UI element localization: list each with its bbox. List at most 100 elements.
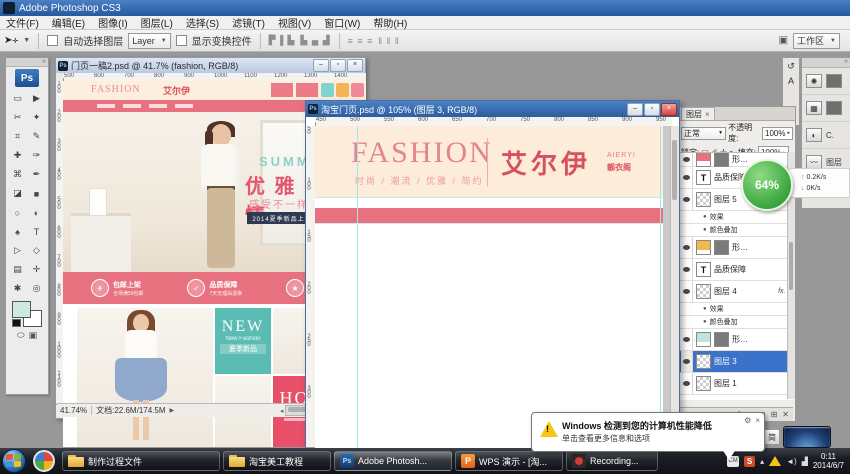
- layer-thumbnail[interactable]: [696, 192, 711, 207]
- visibility-toggle[interactable]: [681, 329, 693, 350]
- visibility-toggle[interactable]: [681, 259, 693, 280]
- hand-tool-icon[interactable]: ✱: [8, 279, 27, 298]
- layer-thumbnail[interactable]: [696, 354, 711, 369]
- auto-select-scope-dropdown[interactable]: Layer▼: [128, 33, 170, 49]
- dock-collapse-icon[interactable]: »: [802, 58, 850, 68]
- path-selection-tool-icon[interactable]: ▷: [8, 241, 27, 260]
- marquee-tool-icon[interactable]: ▭: [8, 89, 27, 108]
- distribute-buttons-2[interactable]: ‖ ‖ ‖: [378, 36, 399, 46]
- slice-tool-icon[interactable]: ✎: [27, 127, 46, 146]
- layer-comps-panel-icon[interactable]: 〰: [806, 155, 822, 169]
- move-tool-icon[interactable]: ➤✛: [4, 35, 18, 46]
- new-layer-icon[interactable]: ⊞: [771, 410, 778, 419]
- doc2-maximize-button[interactable]: ▫: [644, 103, 660, 116]
- panel-icon[interactable]: [826, 74, 842, 88]
- visibility-toggle[interactable]: [681, 167, 693, 188]
- network-icon[interactable]: ▟: [802, 457, 808, 466]
- layer-name[interactable]: 图层 3: [714, 356, 737, 367]
- tab-close-icon[interactable]: ×: [705, 110, 710, 119]
- delete-layer-icon[interactable]: ✕: [782, 410, 789, 419]
- tool-preset-arrow-icon[interactable]: ▼: [23, 37, 30, 44]
- visibility-toggle[interactable]: [681, 351, 693, 372]
- visibility-toggle[interactable]: [681, 281, 693, 302]
- bridge-icon[interactable]: ▣: [779, 35, 788, 46]
- balloon-settings-icon[interactable]: ⚙: [744, 416, 751, 425]
- distribute-buttons[interactable]: ≡ ≡ ≡: [348, 36, 374, 46]
- taskbar-recording[interactable]: Recording...: [566, 451, 658, 471]
- brush-tool-icon[interactable]: ✑: [27, 146, 46, 165]
- eraser-tool-icon[interactable]: ◪: [8, 184, 27, 203]
- menu-edit[interactable]: 编辑(E): [52, 15, 85, 30]
- history-panel-icon[interactable]: ↺: [787, 61, 795, 72]
- doc2-minimize-button[interactable]: –: [627, 103, 643, 116]
- volume-icon[interactable]: ◄): [786, 457, 797, 466]
- notes-tool-icon[interactable]: ▤: [8, 260, 27, 279]
- doc1-zoom-field[interactable]: 41.74%: [60, 406, 92, 415]
- tray-expand-icon[interactable]: ▴: [760, 457, 764, 466]
- layer-name[interactable]: 品质保障: [714, 264, 746, 275]
- taskbar-clock[interactable]: 0:112014/6/7: [813, 452, 846, 470]
- memory-speed-ball[interactable]: 64%: [741, 159, 793, 211]
- color-overlay-row[interactable]: ● 颜色叠加: [679, 316, 793, 329]
- effects-header-row[interactable]: ● 效果: [679, 303, 793, 316]
- color-panel-icon[interactable]: ◐: [806, 128, 822, 142]
- balloon-close-icon[interactable]: ×: [755, 416, 760, 425]
- dodge-tool-icon[interactable]: ◐: [27, 203, 46, 222]
- doc2-titlebar[interactable]: Ps 淘宝门页.psd @ 105% (图层 3, RGB/8) – ▫ ×: [306, 101, 679, 117]
- aero-peek-glass[interactable]: [783, 426, 831, 448]
- doc1-maximize-button[interactable]: ▫: [330, 59, 346, 72]
- layer-row[interactable]: 图层 1: [679, 373, 793, 395]
- doc2-close-button[interactable]: ×: [661, 103, 677, 116]
- layer-name[interactable]: 图层 1: [714, 378, 737, 389]
- layer-row-selected[interactable]: 图层 3: [679, 351, 793, 373]
- taskbar-folder-1[interactable]: 制作过程文件: [62, 451, 220, 471]
- layer-thumbnail[interactable]: [696, 240, 711, 255]
- align-buttons[interactable]: ▛ ▌▙: [269, 35, 296, 46]
- quick-mask-button[interactable]: ⬭: [17, 330, 25, 341]
- swatches-panel-icon[interactable]: ▦: [806, 101, 822, 115]
- start-button[interactable]: [2, 449, 26, 473]
- menu-view[interactable]: 视图(V): [278, 15, 311, 30]
- default-colors-icon[interactable]: [12, 319, 21, 327]
- magic-wand-tool-icon[interactable]: ✦: [27, 108, 46, 127]
- layer-name[interactable]: 形…: [732, 334, 748, 345]
- layer-thumbnail[interactable]: [696, 332, 711, 347]
- zoom-tool-icon[interactable]: ◎: [27, 279, 46, 298]
- doc1-titlebar[interactable]: Ps 门页一稿2.psd @ 41.7% (fashion, RGB/8) – …: [56, 58, 365, 73]
- visibility-toggle[interactable]: [681, 373, 693, 394]
- healing-brush-tool-icon[interactable]: ✚: [8, 146, 27, 165]
- layer-thumbnail[interactable]: [696, 376, 711, 391]
- shape-tool-icon[interactable]: ◇: [27, 241, 46, 260]
- eye-icon[interactable]: ●: [703, 227, 707, 233]
- layer-name[interactable]: 图层 4: [714, 286, 737, 297]
- menu-file[interactable]: 文件(F): [6, 15, 39, 30]
- workspace-dropdown[interactable]: 工作区▼: [793, 33, 840, 49]
- opacity-field[interactable]: 100%▸: [762, 127, 793, 140]
- taskbar-folder-2[interactable]: 淘宝美工教程: [223, 451, 331, 471]
- layer-row-shape-cyan[interactable]: 形…: [679, 329, 793, 351]
- layer-name[interactable]: 图层 5: [714, 194, 737, 205]
- move-tool-icon[interactable]: ▶: [27, 89, 46, 108]
- clone-stamp-tool-icon[interactable]: ⌘: [8, 165, 27, 184]
- text-layer-thumbnail[interactable]: T: [696, 170, 711, 185]
- doc2-vscrollbar[interactable]: [670, 126, 679, 448]
- text-layer-thumbnail[interactable]: T: [696, 262, 711, 277]
- layers-tab[interactable]: 图层×: [681, 107, 715, 120]
- eye-icon[interactable]: ●: [703, 306, 707, 312]
- show-transform-checkbox[interactable]: [176, 35, 187, 46]
- menu-image[interactable]: 图像(I): [98, 15, 127, 30]
- auto-select-checkbox[interactable]: [47, 35, 58, 46]
- doc2-canvas[interactable]: FASHION 时尚 / 潮流 / 优雅 / 简约 艾尔伊 AIERYI 靓衣阁: [315, 126, 672, 448]
- status-arrow-icon[interactable]: ▶: [170, 407, 175, 414]
- effects-header-row[interactable]: ● 效果: [679, 211, 793, 224]
- visibility-toggle[interactable]: [681, 153, 693, 166]
- doc1-close-button[interactable]: ×: [347, 59, 363, 72]
- doc1-minimize-button[interactable]: –: [313, 59, 329, 72]
- browser-pinwheel-icon[interactable]: [33, 450, 55, 472]
- layer-name[interactable]: 形…: [732, 242, 748, 253]
- ime-simplified-button[interactable]: 简: [764, 429, 780, 445]
- menu-window[interactable]: 窗口(W): [324, 15, 360, 30]
- eye-icon[interactable]: ●: [703, 319, 707, 325]
- layer-mask-thumbnail[interactable]: [714, 152, 729, 167]
- tray-s-icon[interactable]: S: [744, 456, 755, 467]
